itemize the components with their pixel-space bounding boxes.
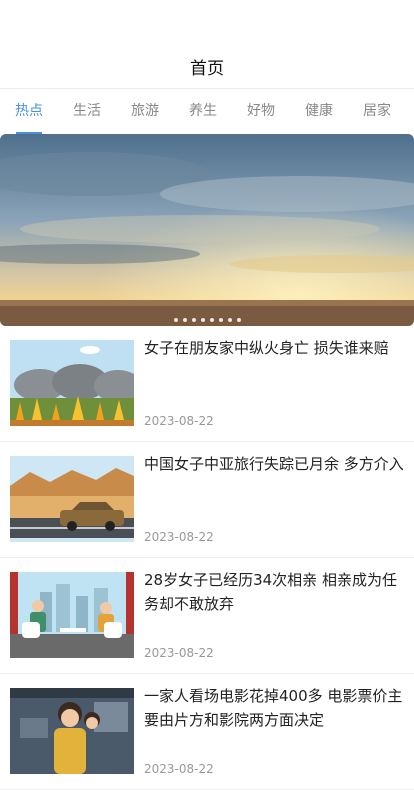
carousel-dot[interactable] — [173, 318, 178, 322]
banner-carousel[interactable] — [0, 134, 414, 326]
tab-hot[interactable]: 热点 — [0, 100, 58, 134]
carousel-dot[interactable] — [191, 318, 196, 322]
news-thumbnail — [10, 340, 134, 426]
carousel-indicator[interactable] — [0, 318, 414, 322]
news-thumbnail — [10, 456, 134, 542]
news-title: 28岁女子已经历34次相亲 相亲成为任务却不敢放弃 — [144, 571, 397, 613]
carousel-dot[interactable] — [236, 318, 241, 322]
tab-life[interactable]: 生活 — [58, 100, 116, 134]
news-date: 2023-08-22 — [144, 646, 214, 660]
tab-travel[interactable]: 旅游 — [116, 100, 174, 134]
status-bar — [0, 0, 414, 44]
news-title: 一家人看场电影花掉400多 电影票价主要由片方和影院两方面决定 — [144, 687, 403, 729]
news-list: 女子在朋友家中纵火身亡 损失谁来赔 2023-08-22 中国女子中亚旅行失踪已… — [0, 326, 414, 790]
carousel-dot[interactable] — [218, 318, 223, 322]
news-date: 2023-08-22 — [144, 414, 214, 428]
carousel-dot[interactable] — [227, 318, 232, 322]
news-item[interactable]: 女子在朋友家中纵火身亡 损失谁来赔 2023-08-22 — [0, 326, 414, 442]
tab-home[interactable]: 居家 — [348, 100, 406, 134]
news-title: 女子在朋友家中纵火身亡 损失谁来赔 — [144, 339, 389, 357]
news-item[interactable]: 中国女子中亚旅行失踪已月余 多方介入 2023-08-22 — [0, 442, 414, 558]
news-date: 2023-08-22 — [144, 530, 214, 544]
tab-health[interactable]: 健康 — [290, 100, 348, 134]
top-navigation-bar: 首页 — [0, 44, 414, 89]
news-title: 中国女子中亚旅行失踪已月余 多方介入 — [144, 455, 404, 473]
tab-goods[interactable]: 好物 — [232, 100, 290, 134]
news-date: 2023-08-22 — [144, 762, 214, 776]
banner-image — [0, 134, 414, 326]
news-item[interactable]: 一家人看场电影花掉400多 电影票价主要由片方和影院两方面决定 2023-08-… — [0, 674, 414, 790]
page-title: 首页 — [190, 58, 224, 79]
news-item[interactable]: 28岁女子已经历34次相亲 相亲成为任务却不敢放弃 2023-08-22 — [0, 558, 414, 674]
carousel-dot[interactable] — [200, 318, 205, 322]
news-thumbnail — [10, 572, 134, 658]
carousel-dot[interactable] — [209, 318, 214, 322]
carousel-dot[interactable] — [182, 318, 187, 322]
tab-wellness[interactable]: 养生 — [174, 100, 232, 134]
news-thumbnail — [10, 688, 134, 774]
category-tabs: 热点 生活 旅游 养生 好物 健康 居家 — [0, 89, 414, 134]
